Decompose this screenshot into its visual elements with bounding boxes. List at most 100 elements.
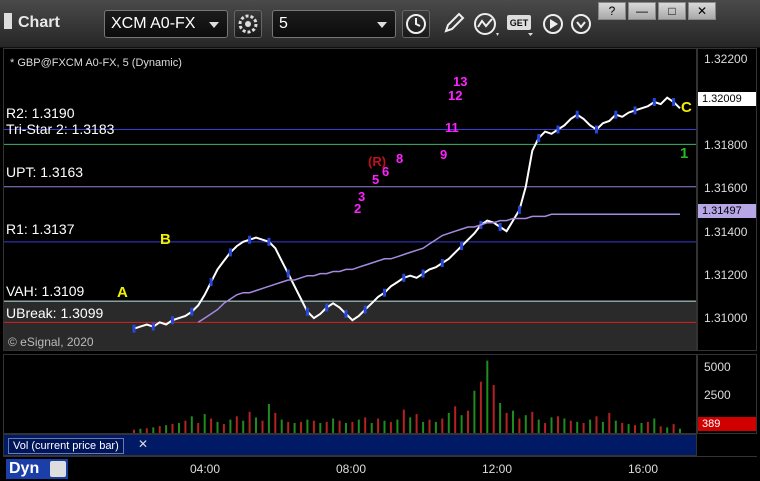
help-button[interactable]: ? bbox=[598, 2, 626, 20]
close-study-icon[interactable]: ✕ bbox=[138, 437, 150, 451]
volume-axis[interactable]: 5000 2500 389 bbox=[697, 354, 757, 434]
y-tick-label: 1.31000 bbox=[704, 311, 748, 325]
price-bar bbox=[537, 134, 541, 142]
volume-bar bbox=[505, 412, 508, 433]
menu-icon[interactable] bbox=[568, 11, 596, 37]
volume-bar bbox=[499, 402, 502, 433]
moving-average-tag: 1.31497 bbox=[698, 204, 756, 218]
volume-bar bbox=[601, 421, 604, 433]
clock-icon bbox=[406, 14, 426, 34]
price-bar bbox=[402, 273, 406, 282]
dynamic-mode-button[interactable]: Dyn bbox=[6, 459, 68, 479]
volume-bar bbox=[267, 404, 270, 433]
volume-bar bbox=[576, 421, 579, 433]
settings-button[interactable] bbox=[234, 10, 262, 38]
price-pane[interactable]: * GBP@FXCM A0-FX, 5 (Dynamic) R2: 1.3190… bbox=[3, 48, 697, 351]
x-tick-label: 16:00 bbox=[628, 462, 659, 476]
volume-bar bbox=[479, 381, 482, 433]
vol-tick-label: 5000 bbox=[704, 360, 731, 374]
volume-bar bbox=[614, 420, 617, 433]
interval-selector[interactable]: 5 bbox=[272, 10, 396, 38]
price-bar bbox=[421, 269, 425, 278]
price-axis[interactable]: 1.32200 1.31800 1.31600 1.31400 1.31200 … bbox=[697, 48, 757, 351]
marker-reversal: (R) bbox=[368, 154, 387, 169]
volume-bar bbox=[210, 418, 213, 433]
marker-a: A bbox=[117, 284, 128, 301]
study-icon[interactable] bbox=[472, 11, 500, 37]
price-bar bbox=[556, 125, 560, 134]
volume-bar bbox=[306, 419, 309, 433]
price-bar bbox=[672, 98, 676, 106]
volume-bar bbox=[666, 427, 669, 433]
volume-bar bbox=[255, 417, 257, 433]
volume-bar bbox=[582, 423, 585, 433]
level-label-ubreak: UBreak: 1.3099 bbox=[6, 305, 104, 321]
volume-bar bbox=[512, 410, 514, 433]
price-bar bbox=[325, 303, 329, 312]
volume-bar bbox=[447, 412, 450, 433]
volume-bar bbox=[133, 429, 135, 433]
price-bar bbox=[614, 110, 618, 119]
volume-bar bbox=[300, 421, 302, 433]
volume-study-label[interactable]: Vol (current price bar) bbox=[8, 438, 124, 454]
close-icon: ✕ bbox=[696, 4, 708, 18]
volume-bar bbox=[184, 420, 187, 433]
play-icon[interactable] bbox=[540, 11, 568, 37]
time-axis[interactable]: Dyn 04:00 08:00 12:00 16:00 bbox=[3, 456, 757, 481]
price-bar bbox=[171, 316, 174, 325]
price-bar bbox=[652, 98, 656, 106]
volume-bar bbox=[229, 419, 232, 433]
price-bar bbox=[460, 242, 464, 251]
volume-bar bbox=[434, 421, 437, 433]
y-tick-label: 1.31600 bbox=[704, 181, 748, 195]
value-area-shading bbox=[4, 301, 696, 350]
volume-bar bbox=[216, 421, 219, 433]
chevron-down-icon bbox=[377, 22, 387, 28]
volume-bar bbox=[197, 423, 200, 433]
volume-bar bbox=[409, 417, 412, 433]
level-label-tristar2: Tri-Star 2: 1.3183 bbox=[6, 121, 115, 137]
price-bar bbox=[440, 259, 444, 267]
price-bar bbox=[595, 125, 598, 134]
get-icon[interactable]: GET bbox=[506, 11, 534, 37]
maximize-button[interactable]: □ bbox=[658, 2, 686, 20]
pencil-icon[interactable] bbox=[440, 11, 468, 37]
volume-bar bbox=[312, 420, 315, 433]
price-bar bbox=[286, 269, 290, 278]
dynamic-mode-label: Dyn bbox=[9, 460, 40, 477]
price-bar bbox=[209, 278, 213, 287]
volume-bar bbox=[550, 417, 553, 433]
volume-bar bbox=[518, 418, 521, 433]
time-button[interactable] bbox=[402, 10, 430, 38]
marker-13: 13 bbox=[453, 74, 468, 89]
x-tick-label: 12:00 bbox=[482, 462, 513, 476]
marker-12: 12 bbox=[448, 88, 463, 103]
volume-bar bbox=[402, 409, 405, 433]
marker-11: 11 bbox=[445, 120, 459, 135]
volume-bar bbox=[287, 421, 290, 433]
volume-bar bbox=[389, 421, 392, 433]
minimize-button[interactable]: — bbox=[628, 2, 656, 20]
symbol-selector[interactable]: XCM A0-FX bbox=[104, 10, 228, 38]
volume-bar bbox=[203, 414, 206, 433]
volume-bar bbox=[537, 419, 540, 433]
volume-bar bbox=[158, 426, 161, 433]
marker-2: 2 bbox=[354, 201, 362, 216]
close-button[interactable]: ✕ bbox=[688, 2, 716, 20]
lock-icon bbox=[50, 461, 66, 477]
volume-bar bbox=[473, 390, 476, 433]
volume-bar bbox=[524, 415, 527, 433]
level-label-upt: UPT: 1.3163 bbox=[6, 164, 84, 180]
volume-bar bbox=[377, 418, 380, 433]
marker-c: C bbox=[681, 99, 692, 116]
window-drag-handle[interactable] bbox=[4, 13, 12, 29]
volume-bar bbox=[531, 411, 534, 433]
copyright-text: © eSignal, 2020 bbox=[8, 335, 94, 349]
volume-pane[interactable] bbox=[3, 354, 697, 434]
volume-bar bbox=[222, 424, 225, 433]
volume-bar bbox=[589, 419, 592, 433]
volume-bar bbox=[178, 423, 180, 433]
price-bar bbox=[228, 248, 232, 257]
symbol-value: XCM A0-FX bbox=[111, 15, 196, 32]
last-price-tag: 1.32009 bbox=[698, 92, 756, 106]
